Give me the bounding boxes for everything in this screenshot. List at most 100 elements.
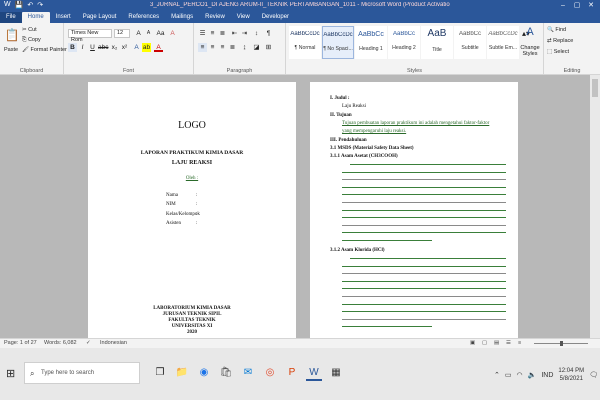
style-heading-1[interactable]: AaBbCc Heading 1 [355, 26, 387, 59]
multilevel-list-icon[interactable]: ≣ [218, 29, 227, 38]
text-line [342, 209, 506, 211]
mail-icon[interactable]: ✉ [240, 365, 256, 381]
taskbar-search-box[interactable]: ⌕ Type here to search [24, 362, 140, 384]
style-subtle-emphasis[interactable]: AaBbCcDc Subtle Em... [487, 26, 519, 59]
scrollbar-thumb[interactable] [592, 79, 598, 97]
powerpoint-icon[interactable]: P [284, 365, 300, 381]
select-label: Select [553, 49, 570, 55]
show-formatting-icon[interactable]: ¶ [264, 29, 273, 38]
web-layout-icon[interactable]: ▤ [494, 340, 499, 346]
numbering-icon[interactable]: ≡ [208, 29, 217, 38]
highlight-icon[interactable]: ab [142, 43, 151, 52]
paste-button[interactable]: Paste [4, 47, 18, 53]
change-styles-label[interactable]: Change Styles [516, 45, 544, 57]
full-screen-icon[interactable]: ▢ [482, 340, 487, 346]
shading-icon[interactable]: ◪ [252, 43, 261, 52]
redo-icon[interactable]: ↷ [37, 1, 43, 9]
grow-font-icon[interactable]: A [134, 29, 143, 38]
print-layout-icon[interactable]: ▣ [470, 340, 475, 346]
windows-start-icon[interactable]: ⊞ [6, 367, 15, 380]
tab-home[interactable]: Home [21, 12, 50, 23]
font-color-icon[interactable]: A [154, 43, 163, 52]
tab-mailings[interactable]: Mailings [165, 12, 199, 23]
zoom-slider-thumb[interactable] [560, 341, 563, 346]
draft-icon[interactable]: ≡ [518, 340, 521, 346]
sort-icon[interactable]: ↕ [252, 29, 261, 38]
style-heading-2[interactable]: AaBbCc Heading 2 [388, 26, 420, 59]
superscript-icon[interactable]: x² [120, 43, 129, 52]
cut-button[interactable]: ✂ Cut [22, 27, 37, 33]
language-indicator[interactable]: Indonesian [100, 340, 127, 346]
style-normal[interactable]: AaBbCcDc ¶ Normal [289, 26, 321, 59]
italic-icon[interactable]: I [78, 43, 87, 52]
volume-icon[interactable]: 🔈 [528, 371, 537, 379]
format-painter-button[interactable]: 🖌 Format Painter [22, 47, 67, 53]
tab-file[interactable]: File [0, 12, 22, 23]
word-count[interactable]: Words: 6,082 [44, 340, 77, 346]
chevron-up-icon[interactable]: ⌃ [494, 371, 500, 379]
undo-icon[interactable]: ↶ [27, 1, 33, 9]
chrome-icon[interactable]: ◎ [262, 365, 278, 381]
store-icon[interactable]: 🛍 [218, 365, 234, 381]
text-effects-icon[interactable]: A [132, 43, 141, 52]
save-icon[interactable]: 💾 [15, 1, 24, 9]
change-case-icon[interactable]: Aa [156, 29, 165, 38]
tab-developer[interactable]: Developer [256, 12, 295, 23]
align-right-icon[interactable]: ≡ [218, 43, 227, 52]
font-size-select[interactable]: 12 [114, 29, 130, 38]
page-count[interactable]: Page: 1 of 27 [4, 340, 37, 346]
clock[interactable]: 12:04 PM 5/8/2021 [558, 367, 584, 383]
tab-review[interactable]: Review [199, 12, 231, 23]
increase-indent-icon[interactable]: ⇥ [240, 29, 249, 38]
bold-icon[interactable]: B [68, 43, 77, 52]
style-name: Subtle Em... [488, 45, 518, 51]
font-family-select[interactable]: Times New Rom [68, 29, 112, 43]
minimize-button[interactable]: – [556, 0, 570, 11]
outline-icon[interactable]: ☰ [506, 340, 511, 346]
edge-icon[interactable]: ◉ [196, 365, 212, 381]
close-button[interactable]: ✕ [584, 0, 598, 11]
replace-button[interactable]: ⇄ Replace [547, 38, 573, 44]
app-icon[interactable]: ▦ [328, 365, 344, 381]
borders-icon[interactable]: ⊞ [264, 43, 273, 52]
battery-icon[interactable]: ▭ [505, 371, 512, 379]
task-view-icon[interactable]: ❐ [152, 365, 168, 381]
tab-view[interactable]: View [231, 12, 256, 23]
subscript-icon[interactable]: x₂ [110, 43, 119, 52]
bullets-icon[interactable]: ☰ [198, 29, 207, 38]
tab-insert[interactable]: Insert [50, 12, 77, 23]
decrease-indent-icon[interactable]: ⇤ [230, 29, 239, 38]
notifications-icon[interactable]: 🗨 [589, 371, 598, 379]
wifi-icon[interactable]: ◠ [517, 371, 523, 379]
find-button[interactable]: 🔍 Find [547, 27, 566, 33]
proofing-icon[interactable]: ✓ [86, 340, 91, 346]
copy-button[interactable]: ⎘ Copy [22, 37, 41, 44]
line-spacing-icon[interactable]: ↨ [240, 43, 249, 52]
change-styles-icon[interactable]: A [520, 26, 540, 38]
style-title[interactable]: AaB Title [421, 26, 453, 59]
page-2[interactable]: I. Judul : Laju Reaksi II. Tujuan Tujuan… [310, 82, 518, 338]
tray-language[interactable]: IND [541, 372, 553, 379]
align-left-icon[interactable]: ≡ [198, 43, 207, 52]
page-1[interactable]: LOGO LAPORAN PRAKTIKUM KIMIA DASAR LAJU … [88, 82, 296, 338]
align-center-icon[interactable]: ≡ [208, 43, 217, 52]
file-explorer-icon[interactable]: 📁 [174, 365, 190, 381]
strikethrough-icon[interactable]: abc [98, 43, 108, 52]
vertical-scrollbar[interactable] [590, 75, 600, 338]
document-area[interactable]: LOGO LAPORAN PRAKTIKUM KIMIA DASAR LAJU … [0, 75, 600, 338]
style-subtitle[interactable]: AaBbCc Subtitle [454, 26, 486, 59]
clear-format-icon[interactable]: A [168, 29, 177, 38]
tab-references[interactable]: References [122, 12, 165, 23]
word-taskbar-icon[interactable]: W [306, 365, 322, 381]
word-icon[interactable]: W [4, 1, 11, 9]
select-button[interactable]: ⬚ Select [547, 49, 569, 55]
tab-page-layout[interactable]: Page Layout [77, 12, 123, 23]
style-no-spacing[interactable]: AaBbCcDc ¶ No Spaci... [322, 26, 354, 59]
justify-icon[interactable]: ≣ [228, 43, 237, 52]
text-line [342, 217, 506, 219]
maximize-button[interactable]: ▢ [570, 0, 584, 11]
paste-icon[interactable]: 📋 [4, 28, 20, 42]
shrink-font-icon[interactable]: A [144, 29, 153, 38]
footer-line: FAKULTAS TEKNIK [168, 318, 216, 323]
underline-icon[interactable]: U [88, 43, 97, 52]
